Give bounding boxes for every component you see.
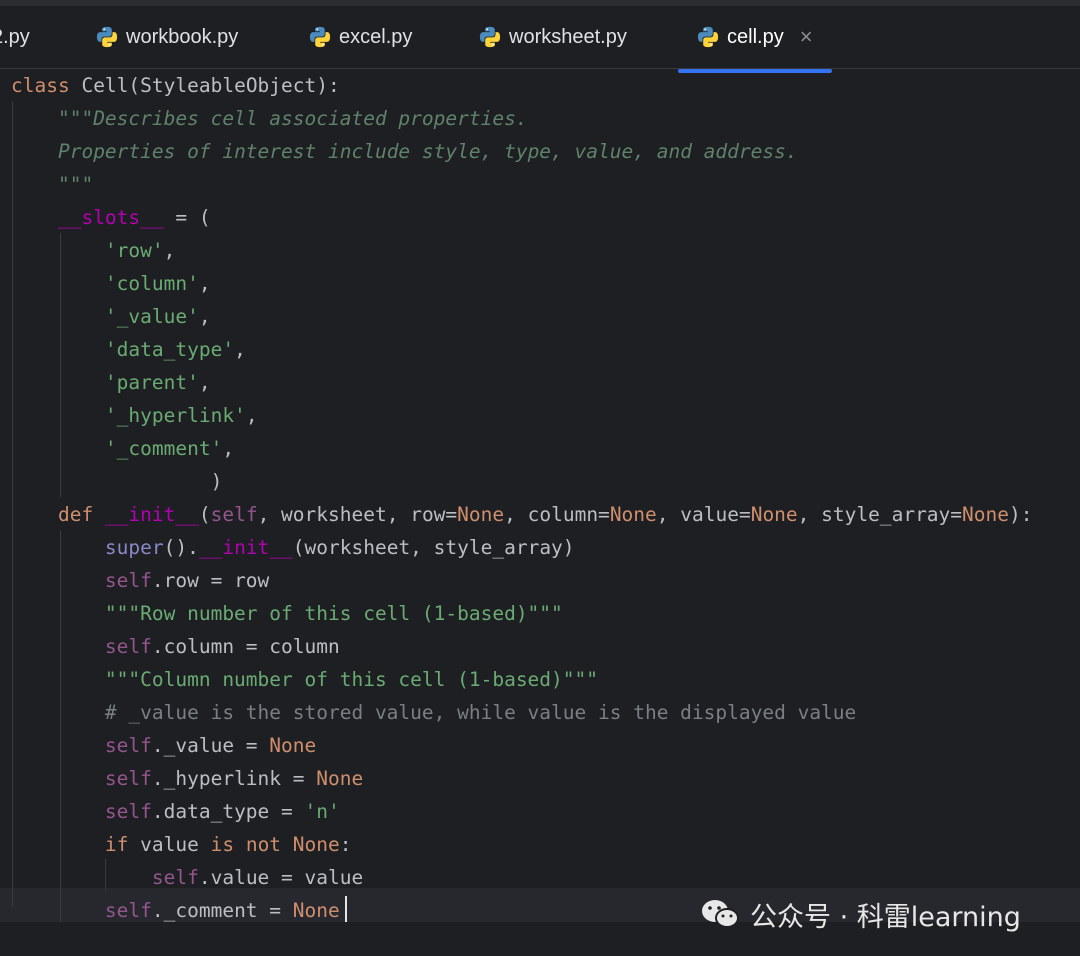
python-file-icon [96, 26, 118, 48]
code-line: self.data_type = 'n' [104, 800, 340, 823]
tab-label: 2.py [0, 25, 30, 48]
python-file-icon [479, 26, 501, 48]
code-line: class Cell(StyleableObject): [11, 74, 340, 97]
code-line: ) [210, 470, 223, 493]
code-line-current: self._comment = None [104, 899, 340, 922]
code-line: Properties of interest include style, ty… [57, 140, 798, 163]
tab-workbook-py[interactable]: workbook.py [96, 6, 238, 68]
code-line: '_value', [104, 305, 211, 328]
code-line: self._value = None [104, 734, 317, 757]
code-line: # _value is the stored value, while valu… [104, 701, 857, 724]
code-line: """ [57, 173, 94, 196]
code-line: """Row number of this cell (1-based)""" [104, 602, 563, 625]
tab-label: cell.py [727, 25, 784, 48]
code-line: '_hyperlink', [104, 404, 258, 427]
watermark-text: 公众号 · 科雷learning [750, 901, 1021, 933]
code-line: self.row = row [104, 569, 270, 592]
code-line: """Describes cell associated properties. [57, 107, 528, 130]
code-line: 'parent', [104, 371, 211, 394]
editor-tab-bar: 2.py workbook.py excel.py worksheet.py [0, 6, 1080, 73]
code-line: 'column', [104, 272, 211, 295]
watermark: 公众号 · 科雷learning [700, 892, 1021, 936]
code-line: __slots__ = ( [57, 206, 211, 229]
tab-worksheet-py[interactable]: worksheet.py [479, 6, 627, 68]
python-file-icon [309, 26, 331, 48]
code-line: def __init__(self, worksheet, row=None, … [57, 503, 1033, 526]
code-line: self.column = column [104, 635, 340, 658]
tab-2-py[interactable]: 2.py [0, 6, 30, 68]
code-line: super().__init__(worksheet, style_array) [104, 536, 575, 559]
python-file-icon [697, 26, 719, 48]
code-line: """Column number of this cell (1-based)"… [104, 668, 599, 691]
close-tab-icon[interactable]: × [800, 24, 813, 50]
code-line: 'row', [104, 239, 176, 262]
code-line: if value is not None: [104, 833, 352, 856]
tab-label: workbook.py [126, 25, 239, 48]
tab-excel-py[interactable]: excel.py [309, 6, 412, 68]
code-line: '_comment', [104, 437, 235, 460]
code-line: self._hyperlink = None [104, 767, 364, 790]
text-caret [345, 896, 347, 922]
code-line: self.value = value [151, 866, 364, 889]
code-editor[interactable]: class Cell(StyleableObject): """Describe… [0, 69, 1080, 956]
tab-cell-py[interactable]: cell.py × [697, 6, 813, 68]
wechat-icon [702, 900, 739, 928]
tab-label: excel.py [339, 25, 413, 48]
tab-label: worksheet.py [509, 25, 627, 48]
code-line: 'data_type', [104, 338, 246, 361]
